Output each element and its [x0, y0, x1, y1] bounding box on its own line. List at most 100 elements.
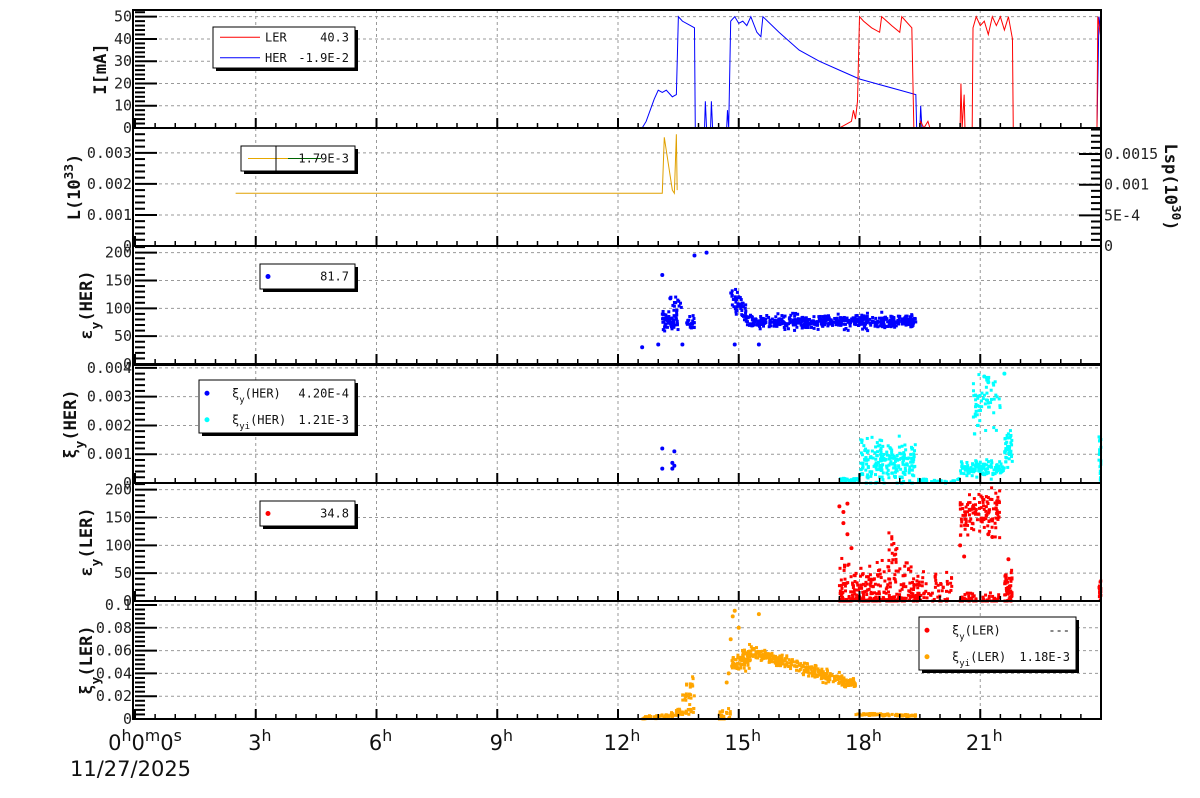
data-point	[875, 441, 879, 445]
data-point	[960, 520, 964, 524]
data-point	[894, 548, 898, 552]
legend-value: 81.7	[320, 270, 349, 284]
data-point	[975, 475, 979, 479]
data-point	[958, 543, 963, 548]
x-tick-label: 3h	[248, 726, 271, 756]
data-point	[966, 467, 970, 471]
right-y-tick-label: 5E-4	[1104, 206, 1140, 224]
y-tick-label: 0	[123, 119, 132, 137]
data-point	[859, 583, 863, 587]
data-point	[743, 306, 747, 310]
data-point	[814, 664, 818, 668]
y-tick-label: 50	[114, 564, 132, 582]
y-tick-label: 0.003	[87, 388, 132, 406]
data-point	[776, 312, 780, 316]
data-point	[909, 452, 913, 456]
data-point	[879, 466, 883, 470]
legend-value: 1.79E-3	[298, 152, 349, 166]
data-point	[1004, 576, 1008, 580]
data-point	[865, 311, 869, 315]
data-point	[721, 709, 725, 713]
y-tick-label: 0.003	[87, 144, 132, 162]
data-point	[981, 397, 985, 401]
data-point	[677, 707, 681, 711]
data-point	[983, 473, 987, 477]
data-point	[738, 302, 742, 306]
data-point	[892, 576, 896, 580]
data-point	[793, 314, 797, 318]
data-point	[974, 409, 978, 413]
y-tick-label: 40	[114, 30, 132, 48]
data-point	[807, 674, 811, 678]
data-point	[768, 654, 772, 658]
data-point	[850, 597, 854, 601]
data-point	[887, 457, 891, 461]
data-point	[853, 574, 857, 578]
y-tick-label: 200	[105, 244, 132, 262]
data-point	[990, 486, 994, 490]
data-point	[959, 524, 963, 528]
data-point	[903, 714, 907, 718]
data-point	[840, 556, 844, 560]
data-point	[910, 713, 914, 717]
data-point	[656, 342, 661, 347]
y-tick-label: 150	[105, 509, 132, 527]
legend-value: 1.18E-3	[1019, 650, 1070, 664]
data-point	[949, 588, 953, 592]
data-point	[847, 562, 851, 566]
data-point	[1009, 579, 1013, 583]
data-point	[816, 320, 820, 324]
data-point	[864, 456, 868, 460]
data-point	[692, 253, 697, 258]
data-point	[866, 449, 870, 453]
data-point	[987, 405, 991, 409]
data-point	[945, 579, 949, 583]
y-tick-label: 0.1	[105, 596, 132, 614]
data-point	[868, 564, 872, 568]
y-axis-title: εy(HER)	[77, 270, 104, 339]
data-point	[932, 478, 936, 482]
data-point	[972, 497, 976, 501]
data-point	[885, 453, 889, 457]
data-point	[848, 324, 852, 328]
data-point	[859, 438, 863, 442]
data-point	[989, 465, 993, 469]
data-point	[887, 548, 891, 552]
data-point	[986, 398, 990, 402]
data-point	[886, 320, 890, 324]
data-point	[974, 459, 978, 463]
data-point	[901, 596, 905, 600]
data-point	[875, 321, 879, 325]
data-point	[895, 454, 899, 458]
data-point	[828, 678, 832, 682]
data-point	[998, 536, 1002, 540]
data-point	[975, 518, 979, 522]
data-point	[956, 477, 960, 481]
data-point	[990, 525, 994, 529]
data-point	[924, 477, 928, 481]
data-point	[984, 514, 988, 518]
data-point	[1006, 432, 1010, 436]
data-point	[872, 577, 876, 581]
data-point	[764, 656, 768, 660]
data-point	[886, 713, 890, 717]
x-tick-label: 15h	[724, 726, 761, 756]
data-point	[689, 696, 693, 700]
data-point	[986, 524, 990, 528]
data-point	[864, 468, 868, 472]
data-point	[680, 342, 685, 347]
data-point	[813, 672, 817, 676]
data-point	[640, 345, 645, 350]
data-point	[759, 650, 763, 654]
data-point	[990, 534, 995, 539]
data-point	[992, 397, 996, 401]
data-point	[1005, 440, 1009, 444]
data-point	[903, 322, 907, 326]
data-point	[664, 322, 668, 326]
data-point	[848, 319, 852, 323]
data-point	[665, 325, 669, 329]
data-point	[843, 565, 847, 569]
data-point	[1008, 584, 1012, 588]
data-point	[996, 499, 1000, 503]
data-point	[993, 466, 997, 470]
